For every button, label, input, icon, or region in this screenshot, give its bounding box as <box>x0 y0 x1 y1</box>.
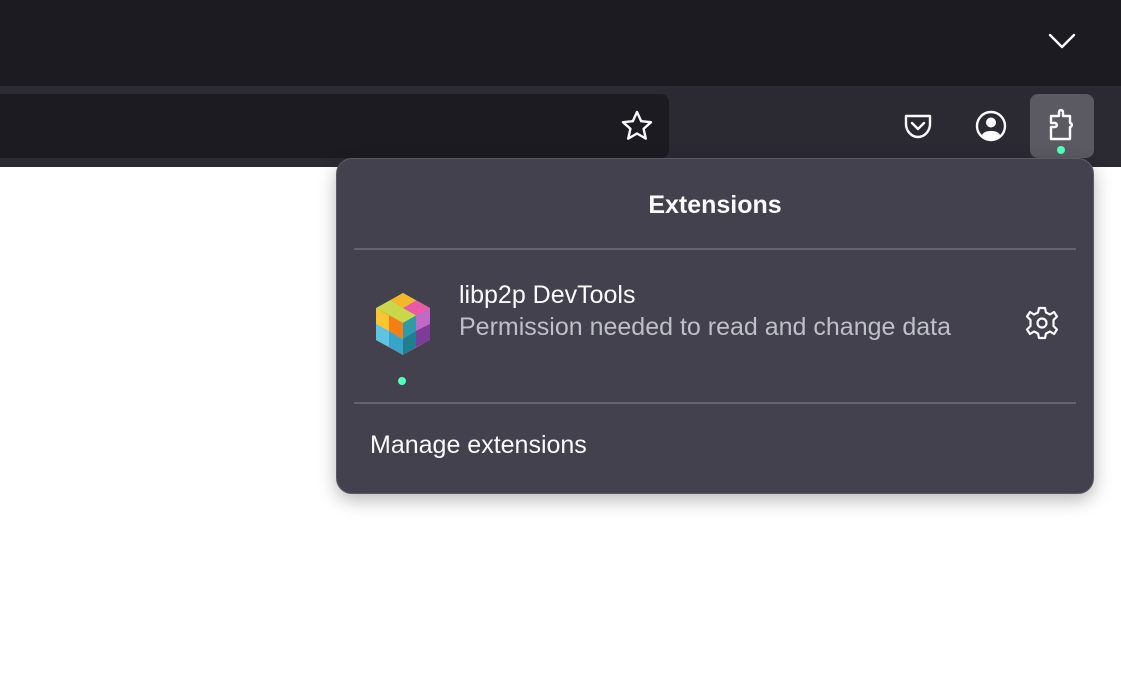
extension-name: libp2p DevTools <box>459 281 636 309</box>
bookmark-star-button[interactable] <box>611 100 663 152</box>
extensions-panel: Extensions libp2p DevTools Permission ne… <box>336 158 1094 494</box>
chevron-down-icon <box>1048 33 1076 49</box>
manage-extensions-label: Manage extensions <box>370 431 587 459</box>
manage-extensions-button[interactable]: Manage extensions <box>354 413 1076 477</box>
star-icon <box>621 110 653 140</box>
extension-item-libp2p-devtools[interactable]: libp2p DevTools Permission needed to rea… <box>354 255 1076 395</box>
panel-title: Extensions <box>648 191 782 219</box>
libp2p-cube-icon <box>376 293 430 355</box>
puzzle-piece-icon <box>1049 108 1074 141</box>
gear-icon <box>1025 306 1059 340</box>
list-all-tabs-button[interactable] <box>1040 24 1084 58</box>
extension-attention-dot <box>1057 146 1065 154</box>
account-button[interactable] <box>959 94 1023 158</box>
extension-permission-message: Permission needed to read and change dat… <box>459 313 952 341</box>
pocket-button[interactable] <box>886 94 950 158</box>
account-icon <box>975 110 1007 142</box>
extension-attention-dot <box>398 377 406 385</box>
tab-bar <box>0 0 1121 86</box>
pocket-icon <box>904 114 932 139</box>
panel-separator <box>354 402 1076 404</box>
panel-separator <box>354 248 1076 250</box>
url-bar[interactable] <box>0 94 669 158</box>
extension-settings-button[interactable] <box>1018 299 1066 347</box>
